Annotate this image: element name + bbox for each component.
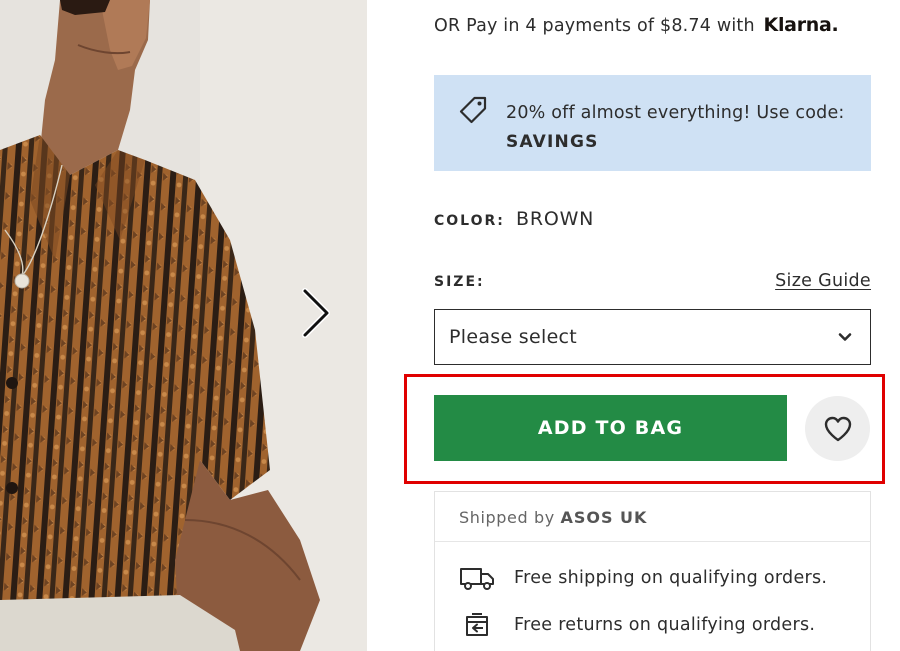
gallery-next-button[interactable] — [300, 288, 350, 348]
promo-code: SAVINGS — [506, 132, 599, 152]
size-guide-link[interactable]: Size Guide — [775, 271, 871, 291]
color-label: COLOR: — [434, 213, 505, 229]
divider — [435, 541, 870, 542]
product-image — [0, 0, 367, 651]
chevron-right-icon — [302, 288, 330, 338]
delivery-item-text: Free returns on qualifying orders. — [514, 615, 816, 635]
tag-icon — [459, 96, 487, 124]
save-for-later-button[interactable] — [805, 396, 870, 461]
color-value: BROWN — [515, 208, 595, 230]
size-label: SIZE: — [434, 274, 485, 290]
size-select-value: Please select — [449, 326, 578, 348]
klarna-payment-info: OR Pay in 4 payments of $8.74 with Klarn… — [434, 14, 839, 36]
delivery-item-text: Free shipping on qualifying orders. — [514, 568, 828, 588]
color-info: COLOR: BROWN — [434, 208, 594, 230]
promo-text: 20% off almost everything! Use code: SAV… — [506, 99, 856, 157]
chevron-down-icon — [838, 333, 852, 341]
truck-icon — [459, 564, 497, 592]
delivery-item-shipping: Free shipping on qualifying orders. — [459, 564, 827, 592]
delivery-item-returns: Free returns on qualifying orders. — [459, 611, 815, 639]
heart-icon — [824, 416, 851, 441]
add-to-bag-button[interactable]: ADD TO BAG — [434, 395, 787, 461]
promo-message: 20% off almost everything! Use code: — [506, 103, 845, 123]
shipped-by-prefix: Shipped by — [459, 508, 555, 527]
klarna-logo[interactable]: Klarna. — [764, 14, 839, 36]
shipped-by: Shipped by ASOS UK — [459, 508, 647, 527]
klarna-payment-text: OR Pay in 4 payments of $8.74 with — [434, 16, 755, 36]
promo-banner: 20% off almost everything! Use code: SAV… — [434, 75, 871, 171]
delivery-info-panel: Shipped by ASOS UK Free shipping on qual… — [434, 491, 871, 651]
shipped-by-seller: ASOS UK — [560, 508, 648, 527]
size-select[interactable]: Please select — [434, 309, 871, 365]
returns-icon — [459, 611, 497, 639]
